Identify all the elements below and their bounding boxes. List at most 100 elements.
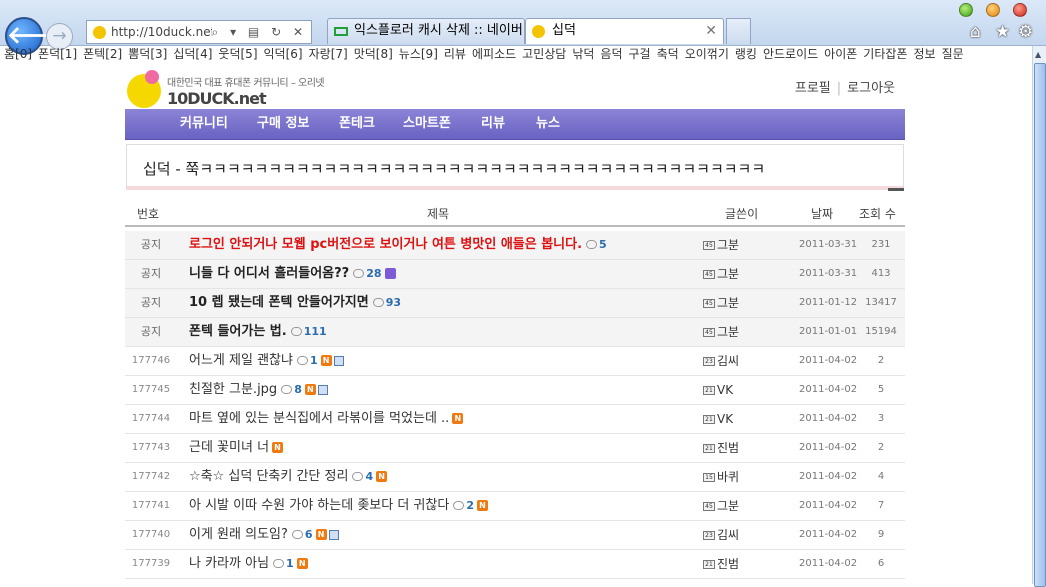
table-row[interactable]: 공지 로그인 안되거나 모웹 pc버전으로 보이거나 여튼 병맛인 애들은 봅니다… [125,231,905,260]
post-author[interactable]: 21 VK [703,405,733,433]
menu-smartphone[interactable]: 스마트폰 [403,109,451,139]
post-author[interactable]: 21 진범 [703,434,739,462]
post-author[interactable]: 23 김씨 [703,347,739,375]
post-subject-link[interactable]: 이게 원래 의도임? [189,527,288,542]
category-link[interactable]: 고민상담 [522,47,566,61]
logout-link[interactable]: 로그아웃 [847,81,895,96]
table-row[interactable]: 공지 니들 다 어디서 흘러들어옴?? 28 45 그분 2011-03-31 413 [125,260,905,289]
category-link[interactable]: 익덕[6] [264,47,303,61]
title-corner-accent [888,188,904,191]
menu-review[interactable]: 리뷰 [481,109,505,139]
home-icon[interactable]: ⌂ [970,22,981,42]
menu-news[interactable]: 뉴스 [536,109,560,139]
category-link[interactable]: 맛덕[8] [354,47,393,61]
post-author[interactable]: 21 진범 [703,550,739,578]
address-bar[interactable]: http://10duck.net/i ⌕ ▾ ▤ ↻ ✕ [86,20,312,44]
post-subject-link[interactable]: 로그인 안되거나 모웹 pc버전으로 보이거나 여튼 병맛인 애들은 봅니다. [189,237,582,252]
scroll-thumb[interactable] [1034,63,1046,587]
site-logo[interactable]: 대한민국 대표 휴대폰 커뮤니티 – 오리넷 10DUCK.net [125,68,325,112]
vertical-scrollbar[interactable]: ▲ [1032,46,1046,587]
tab-sipduck[interactable]: 십덕 ✕ [525,18,724,44]
table-row[interactable]: 177745 친절한 그분.jpg 8 N 21 VK 2011-04-02 5 [125,376,905,405]
maximize-button[interactable] [986,3,1000,17]
comment-count[interactable]: 2 [466,499,474,512]
new-tab-button[interactable] [726,18,751,44]
post-author[interactable]: 45 그분 [703,260,739,288]
category-link[interactable]: 웃덕[5] [218,47,257,61]
comment-count[interactable]: 6 [305,528,313,541]
author-name: 진범 [717,557,740,571]
table-row[interactable]: 177743 근데 꽃미녀 너 N 21 진범 2011-04-02 2 [125,434,905,463]
profile-link[interactable]: 프로필 [795,81,831,96]
post-subject: ☆축☆ 십덕 단축키 간단 정리 4 N [189,463,388,491]
post-author[interactable]: 45 그분 [703,492,739,520]
post-subject-link[interactable]: 아 시발 이따 수원 가야 하는데 좆보다 더 귀찮다 [189,498,449,513]
table-row[interactable]: 177746 어느게 제일 괜찮냐 1 N 23 김씨 2011-04-02 2 [125,347,905,376]
category-link[interactable]: 정보 [913,47,935,61]
tools-gear-icon[interactable]: ⚙ [1018,22,1033,42]
post-subject-link[interactable]: 나 카라까 아님 [189,556,269,571]
table-row[interactable]: 177739 나 카라까 아님 1 N 21 진범 2011-04-02 6 [125,550,905,579]
category-link[interactable]: 십덕[4] [173,47,212,61]
category-link[interactable]: 뉴스[9] [399,47,438,61]
scroll-up-arrow-icon[interactable]: ▲ [1035,50,1041,59]
post-author[interactable]: 45 그분 [703,318,739,346]
comment-bubble-icon [290,327,302,336]
table-row[interactable]: 공지 10 렙 됐는데 폰텍 안들어가지면 93 45 그분 2011-01-12 1341… [125,289,905,318]
category-link[interactable]: 기타잡폰 [863,47,907,61]
tab-naver[interactable]: 익스플로러 캐시 삭제 :: 네이버... [327,18,525,44]
category-link[interactable]: 질문 [942,47,964,61]
post-subject-link[interactable]: 어느게 제일 괜찮냐 [189,353,293,368]
table-row[interactable]: 177740 이게 원래 의도임? 6 N 23 김씨 2011-04-02 9 [125,521,905,550]
post-subject-link[interactable]: 10 렙 됐는데 폰텍 안들어가지면 [189,295,369,310]
category-link[interactable]: 안드로이드 [763,47,818,61]
close-window-button[interactable] [1013,3,1027,17]
comment-count[interactable]: 1 [286,557,294,570]
post-subject-link[interactable]: 친절한 그분.jpg [189,382,277,397]
category-link[interactable]: 구걸 [629,47,651,61]
category-link[interactable]: 자랑[7] [309,47,348,61]
address-controls[interactable]: ⌕ ▾ ▤ ↻ ✕ [211,21,307,43]
category-link[interactable]: 리뷰 [444,47,466,61]
minimize-button[interactable] [959,3,973,17]
comment-count[interactable]: 28 [366,267,381,280]
header-views[interactable]: 조회 수 [859,205,896,222]
favorites-star-icon[interactable]: ★ [995,22,1010,42]
post-subject-link[interactable]: 근데 꽃미녀 너 [189,440,269,455]
tab-close-icon[interactable]: ✕ [705,19,717,43]
category-link[interactable]: 홈[0] [4,47,32,61]
category-link[interactable]: 축덕 [657,47,679,61]
post-subject-link[interactable]: 마트 옆에 있는 분식집에서 라볶이를 먹었는데 .. [189,411,449,426]
post-author[interactable]: 23 김씨 [703,521,739,549]
post-subject-link[interactable]: 폰텍 들어가는 법. [189,324,287,339]
post-author[interactable]: 15 바퀴 [703,463,739,491]
table-row[interactable]: 177741 아 시발 이따 수원 가야 하는데 좆보다 더 귀찮다 2 N 45 그분 2… [125,492,905,521]
post-subject-link[interactable]: 니들 다 어디서 흘러들어옴?? [189,266,349,281]
comment-count[interactable]: 1 [310,354,318,367]
comment-count[interactable]: 111 [304,325,327,338]
menu-phonetech[interactable]: 폰테크 [339,109,375,139]
table-row[interactable]: 177744 마트 옆에 있는 분식집에서 라볶이를 먹었는데 .. N 21 VK 20… [125,405,905,434]
category-link[interactable]: 뽐덕[3] [128,47,167,61]
post-subject-link[interactable]: ☆축☆ 십덕 단축키 간단 정리 [189,469,348,484]
category-link[interactable]: 에피소드 [472,47,516,61]
comment-count[interactable]: 93 [386,296,401,309]
table-row[interactable]: 177742 ☆축☆ 십덕 단축키 간단 정리 4 N 15 바퀴 2011-04-02 4 [125,463,905,492]
category-link[interactable]: 아이폰 [824,47,857,61]
category-link[interactable]: 랭킹 [735,47,757,61]
category-link[interactable]: 폰텍[2] [83,47,122,61]
category-link[interactable]: 폰덕[1] [38,47,77,61]
category-link[interactable]: 낚덕 [572,47,594,61]
post-author[interactable]: 21 VK [703,376,733,404]
post-author[interactable]: 45 그분 [703,231,739,259]
menu-community[interactable]: 커뮤니티 [180,109,228,139]
post-author[interactable]: 45 그분 [703,289,739,317]
comment-count[interactable]: 5 [599,238,607,251]
table-row[interactable]: 공지 폰텍 들어가는 법. 111 45 그분 2011-01-01 15194 [125,318,905,347]
category-link[interactable]: 음덕 [600,47,622,61]
category-link[interactable]: 오이꺾기 [685,47,729,61]
comment-count[interactable]: 4 [365,470,373,483]
comment-count[interactable]: 8 [294,383,302,396]
menu-purchase-info[interactable]: 구매 정보 [257,109,309,139]
header-date[interactable]: 날짜 [811,205,833,222]
